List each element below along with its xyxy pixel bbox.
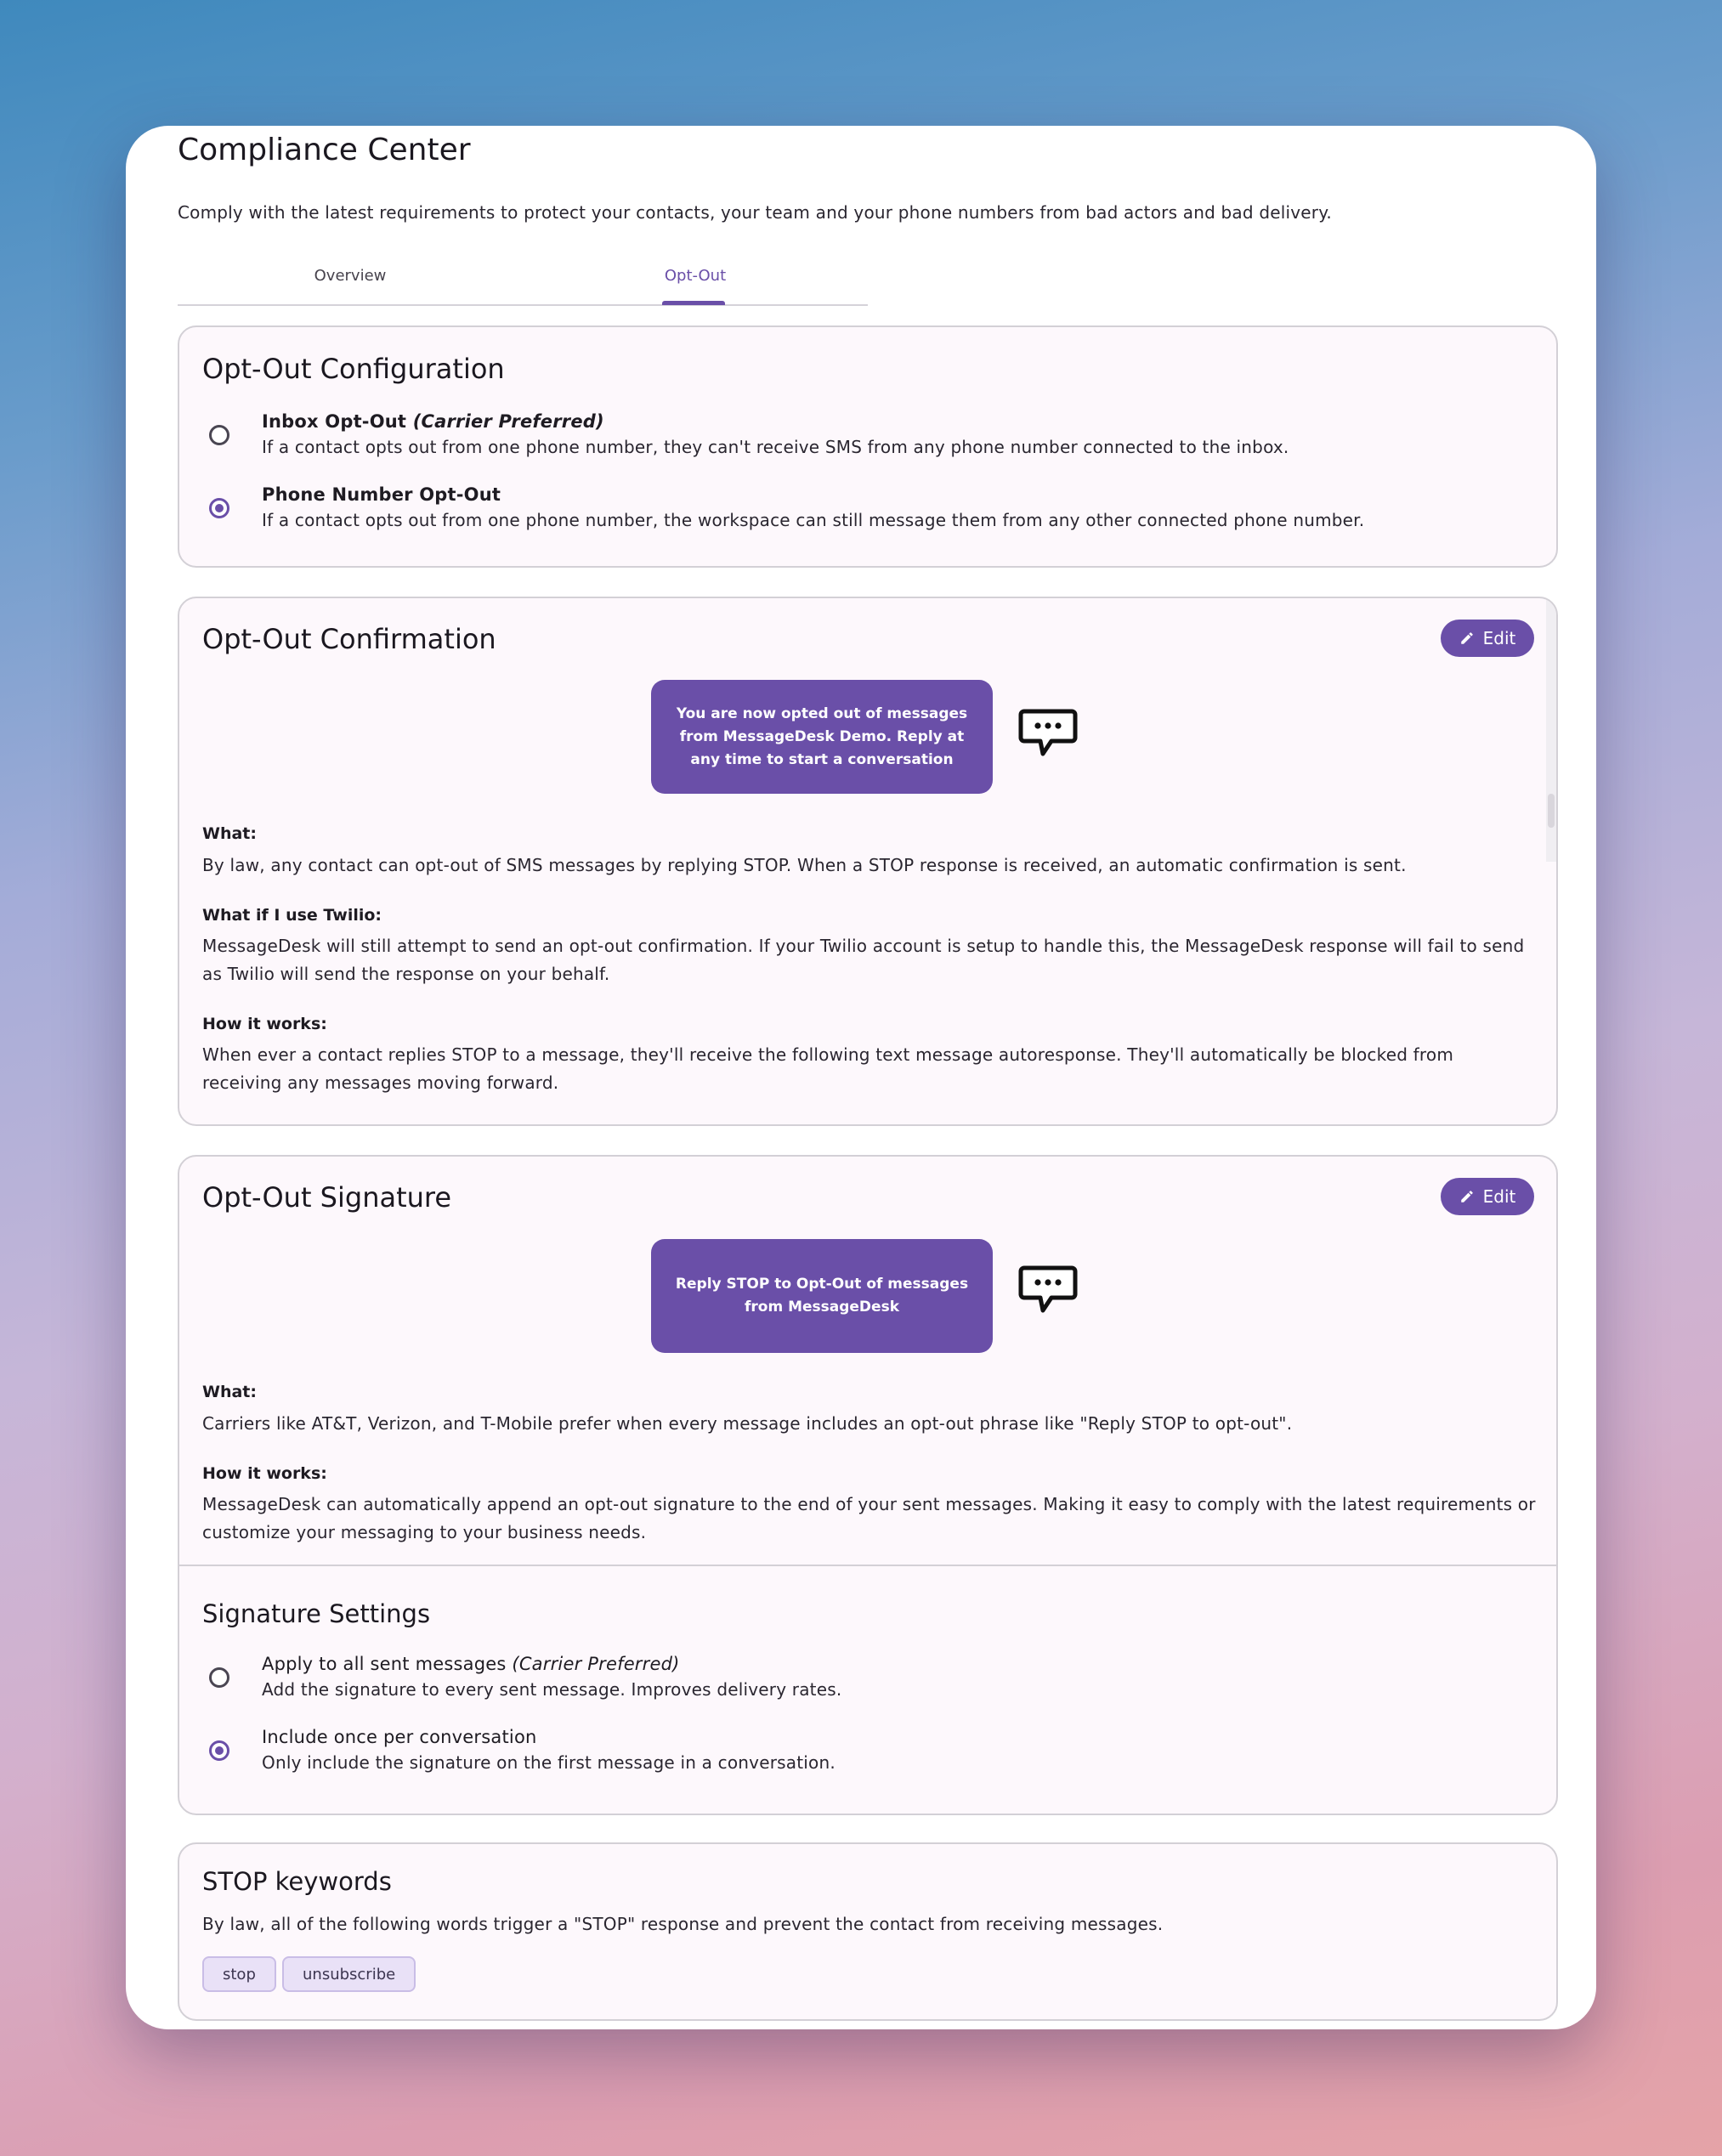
radio-option-apply-all[interactable]: Apply to all sent messages (Carrier Pref… [202, 1654, 1528, 1705]
radio-description: If a contact opts out from one phone num… [262, 510, 1365, 530]
confirmation-message-bubble: You are now opted out of messages from M… [651, 680, 993, 794]
opt-out-configuration-card: Opt-Out Configuration Inbox Opt-Out (Car… [178, 325, 1558, 568]
keyword-chip-stop: stop [202, 1956, 276, 1992]
radio-button[interactable] [209, 425, 229, 445]
card-title: Opt-Out Confirmation [202, 623, 496, 655]
pencil-icon [1460, 632, 1473, 644]
what-text: By law, any contact can opt-out of SMS m… [202, 855, 1407, 875]
radio-description: If a contact opts out from one phone num… [262, 437, 1289, 457]
radio-description: Only include the signature on the first … [262, 1752, 836, 1773]
radio-button[interactable] [209, 1667, 229, 1688]
edit-confirmation-button[interactable]: Edit [1441, 620, 1534, 657]
signature-settings-title: Signature Settings [202, 1599, 431, 1628]
how-label: How it works: [202, 1464, 327, 1483]
card-title: Opt-Out Configuration [202, 353, 505, 385]
chat-bubble-icon [1018, 1265, 1078, 1313]
how-label: How it works: [202, 1015, 327, 1033]
active-tab-indicator [662, 301, 725, 305]
stop-keywords-title: STOP keywords [202, 1867, 392, 1896]
radio-description: Add the signature to every sent message.… [262, 1679, 842, 1700]
radio-label: Include once per conversation [262, 1727, 537, 1747]
radio-label: Inbox Opt-Out (Carrier Preferred) [262, 411, 604, 432]
radio-label: Phone Number Opt-Out [262, 484, 501, 505]
tab-overview[interactable]: Overview [178, 267, 523, 285]
what-text: Carriers like AT&T, Verizon, and T-Mobil… [202, 1413, 1293, 1434]
scrollbar-thumb[interactable] [1548, 794, 1555, 828]
edit-label: Edit [1482, 628, 1516, 648]
pencil-icon [1460, 1191, 1473, 1202]
edit-signature-button[interactable]: Edit [1441, 1178, 1534, 1215]
what-label: What: [202, 1383, 257, 1401]
card-title: Opt-Out Signature [202, 1181, 452, 1214]
tab-opt-out[interactable]: Opt-Out [523, 267, 868, 285]
compliance-window: Compliance Center Comply with the latest… [126, 126, 1596, 2029]
page-title: Compliance Center [178, 133, 471, 167]
stop-keywords-card: STOP keywords By law, all of the followi… [178, 1842, 1558, 2021]
radio-option-phone-number-opt-out[interactable]: Phone Number Opt-Out If a contact opts o… [202, 484, 1528, 535]
how-text: MessageDesk can automatically append an … [202, 1494, 1536, 1542]
radio-option-inbox-opt-out[interactable]: Inbox Opt-Out (Carrier Preferred) If a c… [202, 411, 1528, 462]
radio-button-selected[interactable] [209, 1740, 229, 1761]
chat-bubble-icon [1018, 709, 1078, 756]
section-divider [179, 1565, 1556, 1566]
scrollbar[interactable] [1546, 598, 1556, 862]
twilio-label: What if I use Twilio: [202, 906, 382, 925]
how-text: When ever a contact replies STOP to a me… [202, 1044, 1453, 1093]
page-subtitle: Comply with the latest requirements to p… [178, 202, 1332, 223]
signature-message-bubble: Reply STOP to Opt-Out of messages from M… [651, 1239, 993, 1353]
radio-option-once-per-conversation[interactable]: Include once per conversation Only inclu… [202, 1727, 1528, 1778]
opt-out-confirmation-card: Opt-Out Confirmation Edit You are now op… [178, 597, 1558, 1126]
opt-out-signature-card: Opt-Out Signature Edit Reply STOP to Opt… [178, 1155, 1558, 1815]
twilio-text: MessageDesk will still attempt to send a… [202, 936, 1525, 984]
tab-bar: Overview Opt-Out [178, 262, 868, 306]
radio-button-selected[interactable] [209, 498, 229, 518]
radio-label: Apply to all sent messages (Carrier Pref… [262, 1654, 680, 1674]
stop-keywords-description: By law, all of the following words trigg… [202, 1914, 1164, 1934]
keyword-chip-unsubscribe: unsubscribe [282, 1956, 416, 1992]
edit-label: Edit [1482, 1186, 1516, 1207]
what-label: What: [202, 824, 257, 843]
